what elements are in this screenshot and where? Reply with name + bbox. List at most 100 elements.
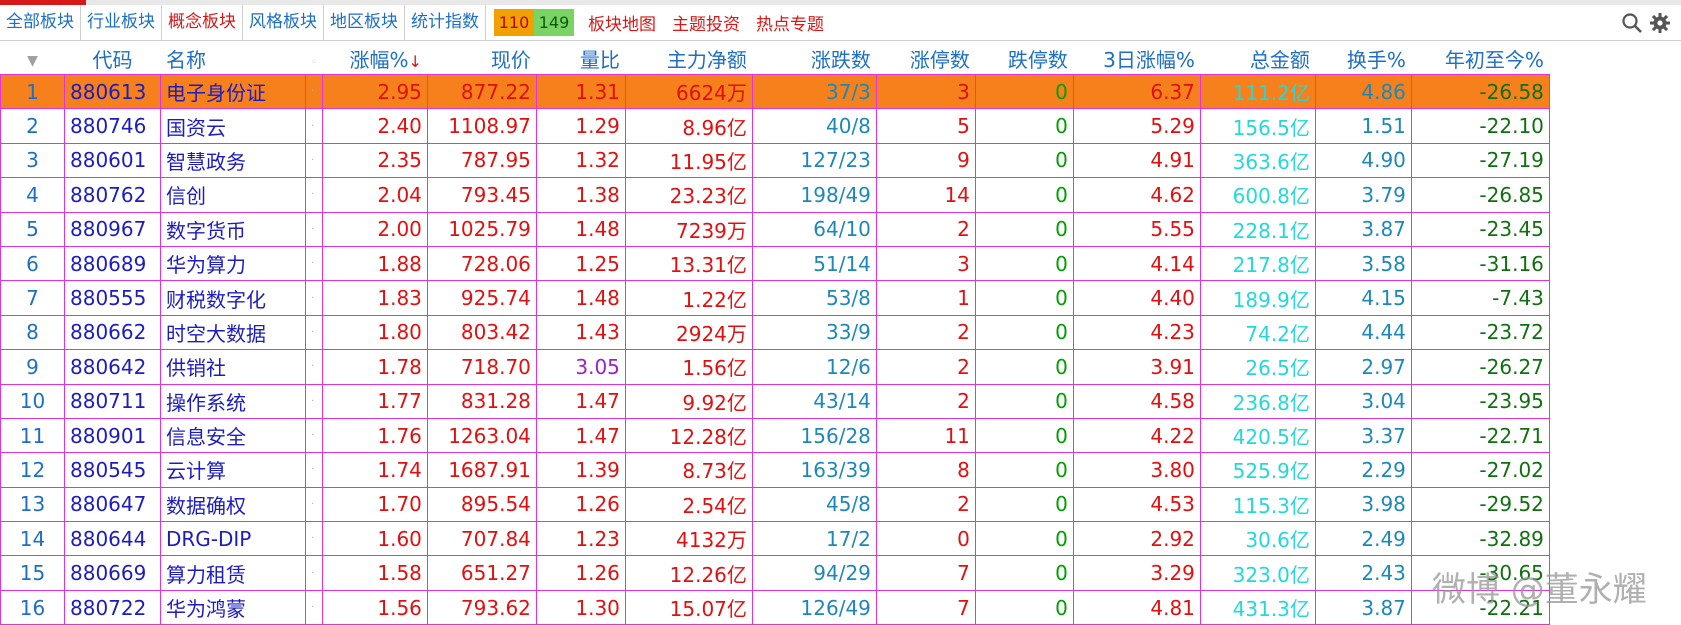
cell-turnover: 1.51 bbox=[1314, 108, 1412, 144]
cell-mark: · bbox=[305, 177, 323, 213]
table-row[interactable]: 9 880642 供销社 · 1.78 718.70 3.05 1.56亿 12/6 2 0 3.91… bbox=[0, 349, 1550, 385]
cell-net-main: 4132万 bbox=[624, 521, 753, 557]
cell-code: 880642 bbox=[64, 349, 161, 385]
cell-index: 4 bbox=[0, 177, 65, 213]
table-row[interactable]: 7 880555 财税数字化 · 1.83 925.74 1.48 1.22亿 53/8 1 0 4.… bbox=[0, 280, 1550, 316]
chevron-down-icon[interactable]: ▼ bbox=[27, 53, 38, 69]
cell-up-down: 126/49 bbox=[751, 589, 877, 625]
cell-limit-up: 7 bbox=[875, 555, 976, 591]
cell-volume-ratio: 1.26 bbox=[535, 486, 626, 523]
tab-concept-boards[interactable]: 概念板块 bbox=[162, 5, 243, 40]
header-net-main[interactable]: 主力净额 bbox=[624, 41, 753, 75]
cell-change-pct: 1.74 bbox=[321, 452, 428, 488]
cell-limit-down: 0 bbox=[974, 417, 1074, 454]
link-theme-invest[interactable]: 主题投资 bbox=[672, 10, 740, 35]
header-change-pct[interactable]: 涨幅%↓ bbox=[321, 41, 428, 75]
cell-mark: · bbox=[305, 349, 323, 385]
cell-change-pct: 2.95 bbox=[321, 73, 428, 110]
cell-net-main: 11.95亿 bbox=[624, 142, 753, 179]
sort-desc-icon: ↓ bbox=[408, 51, 422, 71]
up-down-counter: 110 149 bbox=[494, 9, 574, 36]
cell-turnover: 3.98 bbox=[1314, 486, 1412, 523]
header-volume-ratio[interactable]: 量比 bbox=[535, 41, 626, 75]
cell-name: 信创 bbox=[160, 177, 306, 213]
cell-mark: · bbox=[305, 383, 323, 419]
table-row[interactable]: 14 880644 DRG-DIP · 1.60 707.84 1.23 4132万 17/2 0… bbox=[0, 521, 1550, 557]
cell-name: 时空大数据 bbox=[160, 314, 306, 351]
cell-code: 880722 bbox=[64, 589, 161, 625]
header-price[interactable]: 现价 bbox=[426, 41, 537, 75]
cell-name: 电子身份证 bbox=[160, 73, 306, 110]
cell-turnover: 3.58 bbox=[1314, 245, 1412, 282]
table-row[interactable]: 11 880901 信息安全 · 1.76 1263.04 1.47 12.28亿 156/28… bbox=[0, 417, 1550, 454]
cell-change-3d: 3.91 bbox=[1072, 349, 1201, 385]
cell-turnover: 4.86 bbox=[1314, 73, 1412, 110]
cell-limit-down: 0 bbox=[974, 108, 1074, 144]
cell-name: 操作系统 bbox=[160, 383, 306, 419]
link-hot-topics[interactable]: 热点专题 bbox=[756, 10, 824, 35]
cell-mark: · bbox=[305, 73, 323, 110]
cell-net-main: 12.28亿 bbox=[624, 417, 753, 454]
tab-industry-boards[interactable]: 行业板块 bbox=[81, 5, 162, 40]
cell-limit-down: 0 bbox=[974, 211, 1074, 247]
table-row[interactable]: 3 880601 智慧政务 · 2.35 787.95 1.32 11.95亿 127/23 9 0… bbox=[0, 142, 1550, 179]
table-row[interactable]: 13 880647 数据确权 · 1.70 895.54 1.26 2.54亿 45/8 2 0 4.… bbox=[0, 486, 1550, 523]
table-row[interactable]: 6 880689 华为算力 · 1.88 728.06 1.25 13.31亿 51/14 3 0 4… bbox=[0, 245, 1550, 282]
cell-ytd: -29.52 bbox=[1410, 486, 1550, 523]
cell-turnover: 4.90 bbox=[1314, 142, 1412, 179]
cell-up-down: 163/39 bbox=[751, 452, 877, 488]
cell-code: 880644 bbox=[64, 521, 161, 557]
cell-limit-up: 5 bbox=[875, 108, 976, 144]
search-icon[interactable] bbox=[1621, 12, 1643, 34]
table-row[interactable]: 5 880967 数字货币 · 2.00 1025.79 1.48 7239万 64/10 2 0 5… bbox=[0, 211, 1550, 247]
cell-limit-down: 0 bbox=[974, 73, 1074, 110]
cell-code: 880613 bbox=[64, 73, 161, 110]
cell-ytd: -26.58 bbox=[1410, 73, 1550, 110]
header-limit-down[interactable]: 跌停数 bbox=[974, 41, 1074, 75]
link-board-map[interactable]: 板块地图 bbox=[588, 10, 656, 35]
cell-change-3d: 4.81 bbox=[1072, 589, 1201, 625]
header-code[interactable]: 代码 bbox=[64, 41, 161, 75]
header-sort-caret[interactable]: ▼ bbox=[0, 41, 65, 75]
table-row[interactable]: 15 880669 算力租赁 · 1.58 651.27 1.26 12.26亿 94/29 7 0… bbox=[0, 555, 1550, 591]
cell-net-main: 2924万 bbox=[624, 314, 753, 351]
cell-price: 1687.91 bbox=[426, 452, 537, 488]
header-turnover[interactable]: 换手% bbox=[1314, 41, 1412, 75]
cell-turnover: 3.87 bbox=[1314, 211, 1412, 247]
tab-stat-indices[interactable]: 统计指数 bbox=[405, 5, 486, 40]
tab-region-boards[interactable]: 地区板块 bbox=[324, 5, 405, 40]
table-row[interactable]: 2 880746 国资云 · 2.40 1108.97 1.29 8.96亿 40/8 5 0 5.2… bbox=[0, 108, 1550, 144]
tab-all-boards[interactable]: 全部板块 bbox=[0, 5, 81, 40]
cell-up-down: 33/9 bbox=[751, 314, 877, 351]
header-name[interactable]: 名称 bbox=[160, 41, 306, 75]
cell-total-amount: 115.3亿 bbox=[1199, 486, 1316, 523]
cell-change-3d: 4.40 bbox=[1072, 280, 1201, 316]
cell-mark: · bbox=[305, 555, 323, 591]
table-row[interactable]: 4 880762 信创 · 2.04 793.45 1.38 23.23亿 198/49 14 0 4… bbox=[0, 177, 1550, 213]
cell-price: 651.27 bbox=[426, 555, 537, 591]
table-row[interactable]: 10 880711 操作系统 · 1.77 831.28 1.47 9.92亿 43/14 2 0 4… bbox=[0, 383, 1550, 419]
table-row[interactable]: 1 880613 电子身份证 · 2.95 877.22 1.31 6624万 37/3 3 0 6.… bbox=[0, 73, 1550, 110]
cell-volume-ratio: 3.05 bbox=[535, 349, 626, 385]
tab-style-boards[interactable]: 风格板块 bbox=[243, 5, 324, 40]
header-change-3d[interactable]: 3日涨幅% bbox=[1072, 41, 1201, 75]
dot-icon: ◦ bbox=[311, 57, 317, 68]
table-row[interactable]: 12 880545 云计算 · 1.74 1687.91 1.39 8.73亿 163/39 8 0… bbox=[0, 452, 1550, 488]
header-ytd[interactable]: 年初至今% bbox=[1410, 41, 1550, 75]
gear-icon[interactable] bbox=[1649, 12, 1671, 34]
cell-price: 1263.04 bbox=[426, 417, 537, 454]
table-row[interactable]: 8 880662 时空大数据 · 1.80 803.42 1.43 2924万 33/9 2 0 4.… bbox=[0, 314, 1550, 351]
cell-up-down: 156/28 bbox=[751, 417, 877, 454]
header-total-amount[interactable]: 总金额 bbox=[1199, 41, 1316, 75]
cell-up-down: 37/3 bbox=[751, 73, 877, 110]
cell-volume-ratio: 1.38 bbox=[535, 177, 626, 213]
cell-mark: · bbox=[305, 211, 323, 247]
cell-name: 华为鸿蒙 bbox=[160, 589, 306, 625]
cell-change-3d: 5.29 bbox=[1072, 108, 1201, 144]
header-up-down[interactable]: 涨跌数 bbox=[751, 41, 877, 75]
cell-code: 880762 bbox=[64, 177, 161, 213]
down-count: 149 bbox=[534, 9, 574, 36]
cell-total-amount: 323.0亿 bbox=[1199, 555, 1316, 591]
header-limit-up[interactable]: 涨停数 bbox=[875, 41, 976, 75]
table-row[interactable]: 16 880722 华为鸿蒙 · 1.56 793.62 1.30 15.07亿 126/49 7… bbox=[0, 589, 1550, 625]
